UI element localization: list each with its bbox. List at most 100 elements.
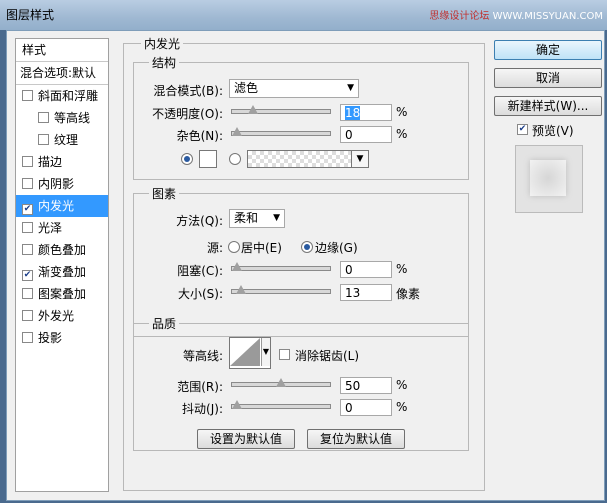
- style-item-checkbox[interactable]: [22, 310, 33, 321]
- gradient-radio[interactable]: [229, 153, 241, 165]
- style-item-label: 光泽: [38, 221, 63, 235]
- range-slider-thumb[interactable]: [276, 378, 286, 387]
- jitter-unit: %: [396, 400, 408, 414]
- anti-alias-label[interactable]: 消除锯齿(L): [295, 347, 359, 364]
- contour-picker[interactable]: ▼: [229, 337, 271, 369]
- jitter-slider[interactable]: [231, 400, 331, 409]
- choke-slider[interactable]: [231, 262, 331, 271]
- technique-value: 柔和: [234, 211, 259, 225]
- preview-label[interactable]: 预览(V): [532, 122, 574, 139]
- style-item-label: 渐变叠加: [38, 265, 87, 279]
- opacity-input[interactable]: 18: [340, 104, 392, 121]
- watermark: 思缘设计论坛 WWW.MISSYUAN.COM: [429, 7, 603, 22]
- noise-input[interactable]: 0: [340, 126, 392, 143]
- jitter-input[interactable]: 0: [340, 399, 392, 416]
- opacity-slider-thumb[interactable]: [248, 105, 258, 114]
- range-slider[interactable]: [231, 378, 331, 387]
- style-item-label: 纹理: [54, 133, 79, 147]
- quality-title: 品质: [149, 315, 180, 332]
- chevron-down-icon: ▼: [273, 213, 280, 223]
- style-item-checkbox[interactable]: [38, 112, 49, 123]
- style-item-label: 内发光: [38, 199, 75, 213]
- choke-unit: %: [396, 262, 408, 276]
- elements-title: 图素: [149, 185, 180, 202]
- opacity-unit: %: [396, 105, 408, 119]
- chevron-down-icon: ▼: [347, 83, 354, 93]
- style-item-label: 内阴影: [38, 177, 75, 191]
- noise-label: 杂色(N):: [176, 129, 223, 143]
- solid-color-radio[interactable]: [181, 153, 193, 165]
- panel-title: 内发光: [141, 35, 184, 52]
- style-item[interactable]: 斜面和浮雕: [16, 85, 108, 107]
- style-list: 样式 混合选项:默认 斜面和浮雕等高线纹理描边内阴影内发光光泽颜色叠加渐变叠加图…: [15, 38, 109, 492]
- source-edge-radio[interactable]: [301, 241, 313, 253]
- technique-select[interactable]: 柔和 ▼: [229, 209, 285, 228]
- size-input[interactable]: 13: [340, 284, 392, 301]
- opacity-slider[interactable]: [231, 105, 331, 114]
- style-item[interactable]: 内阴影: [16, 173, 108, 195]
- source-center-label[interactable]: 居中(E): [241, 239, 282, 256]
- style-preview-thumbnail: [515, 145, 583, 213]
- style-item-label: 斜面和浮雕: [38, 89, 99, 103]
- style-item-checkbox[interactable]: [22, 156, 33, 167]
- contour-preview-icon: [230, 338, 260, 366]
- reset-default-button[interactable]: 复位为默认值: [307, 429, 405, 449]
- source-center-radio[interactable]: [228, 241, 240, 253]
- style-item[interactable]: 渐变叠加: [16, 261, 108, 283]
- style-item[interactable]: 纹理: [16, 129, 108, 151]
- choke-slider-thumb[interactable]: [232, 262, 242, 271]
- ok-button[interactable]: 确定: [494, 40, 602, 60]
- style-list-header[interactable]: 样式: [16, 39, 108, 62]
- blend-options-item[interactable]: 混合选项:默认: [16, 62, 108, 85]
- style-item-checkbox[interactable]: [22, 90, 33, 101]
- style-item-checkbox[interactable]: [22, 332, 33, 343]
- size-unit: 像素: [396, 287, 421, 301]
- blend-mode-value: 滤色: [234, 81, 259, 95]
- blend-mode-select[interactable]: 滤色 ▼: [229, 79, 359, 98]
- cancel-button[interactable]: 取消: [494, 68, 602, 88]
- size-slider[interactable]: [231, 285, 331, 294]
- chevron-down-icon[interactable]: ▼: [261, 338, 270, 366]
- size-slider-thumb[interactable]: [236, 285, 246, 294]
- glow-gradient-picker[interactable]: ▼: [247, 150, 369, 168]
- new-style-button[interactable]: 新建样式(W)...: [494, 96, 602, 116]
- style-item-label: 描边: [38, 155, 63, 169]
- chevron-down-icon[interactable]: ▼: [351, 150, 369, 168]
- technique-label: 方法(Q):: [176, 214, 223, 228]
- watermark-cn: 思缘设计论坛: [429, 11, 490, 22]
- style-item-label: 图案叠加: [38, 287, 87, 301]
- style-item-checkbox[interactable]: [22, 288, 33, 299]
- range-input[interactable]: 50: [340, 377, 392, 394]
- style-item-label: 等高线: [54, 111, 91, 125]
- style-item-checkbox[interactable]: [22, 204, 33, 215]
- preview-swatch: [530, 160, 566, 196]
- style-item[interactable]: 颜色叠加: [16, 239, 108, 261]
- style-item[interactable]: 光泽: [16, 217, 108, 239]
- size-label: 大小(S):: [177, 287, 223, 301]
- noise-slider-thumb[interactable]: [232, 127, 242, 136]
- style-item[interactable]: 投影: [16, 327, 108, 349]
- style-item[interactable]: 等高线: [16, 107, 108, 129]
- style-item[interactable]: 描边: [16, 151, 108, 173]
- style-item[interactable]: 外发光: [16, 305, 108, 327]
- style-item[interactable]: 内发光: [16, 195, 108, 217]
- source-edge-label[interactable]: 边缘(G): [315, 239, 358, 256]
- style-item[interactable]: 图案叠加: [16, 283, 108, 305]
- style-item-checkbox[interactable]: [22, 222, 33, 233]
- noise-unit: %: [396, 127, 408, 141]
- range-unit: %: [396, 378, 408, 392]
- style-item-checkbox[interactable]: [38, 134, 49, 145]
- jitter-slider-thumb[interactable]: [232, 400, 242, 409]
- style-item-checkbox[interactable]: [22, 244, 33, 255]
- style-item-label: 颜色叠加: [38, 243, 87, 257]
- style-item-checkbox[interactable]: [22, 270, 33, 281]
- anti-alias-checkbox[interactable]: [279, 349, 290, 360]
- choke-input[interactable]: 0: [340, 261, 392, 278]
- style-item-checkbox[interactable]: [22, 178, 33, 189]
- title-bar: 图层样式 思缘设计论坛 WWW.MISSYUAN.COM: [0, 0, 607, 30]
- make-default-button[interactable]: 设置为默认值: [197, 429, 295, 449]
- window-title: 图层样式: [6, 8, 55, 22]
- glow-color-swatch[interactable]: [199, 150, 217, 168]
- noise-slider[interactable]: [231, 127, 331, 136]
- preview-checkbox[interactable]: ✔: [517, 124, 528, 135]
